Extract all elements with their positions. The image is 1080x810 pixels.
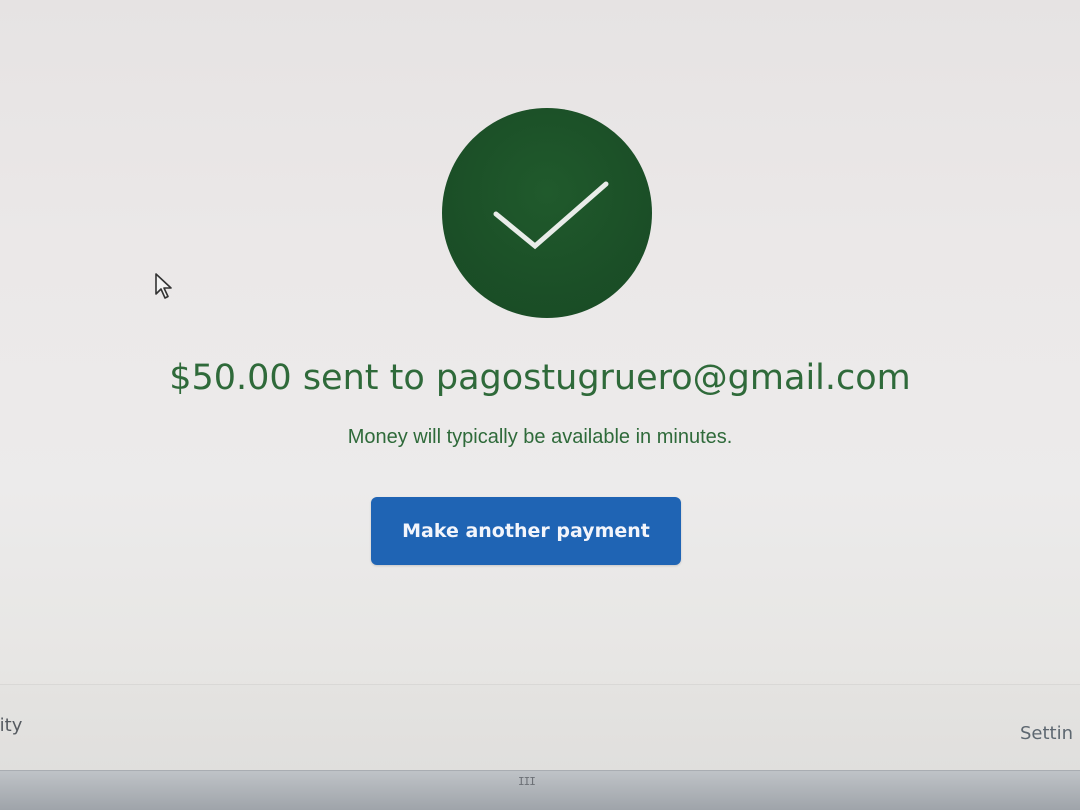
- taskbar: III: [0, 770, 1080, 810]
- mouse-pointer-icon: [155, 273, 172, 299]
- payment-confirmation-screen: $50.00 sent to pagostugruero@gmail.com M…: [0, 0, 1080, 810]
- checkmark-icon: [493, 181, 609, 250]
- success-circle: [442, 108, 652, 318]
- availability-note: Money will typically be available in min…: [347, 426, 733, 448]
- nav-item-activity[interactable]: ivity: [0, 715, 22, 736]
- nav-item-settings[interactable]: Settin: [1020, 723, 1073, 744]
- bottom-navigation: ivity Settin: [0, 684, 1080, 771]
- confirmation-headline: $50.00 sent to pagostugruero@gmail.com: [169, 358, 911, 398]
- resize-grip-icon[interactable]: III: [518, 775, 536, 788]
- make-another-payment-button[interactable]: Make another payment: [371, 497, 681, 565]
